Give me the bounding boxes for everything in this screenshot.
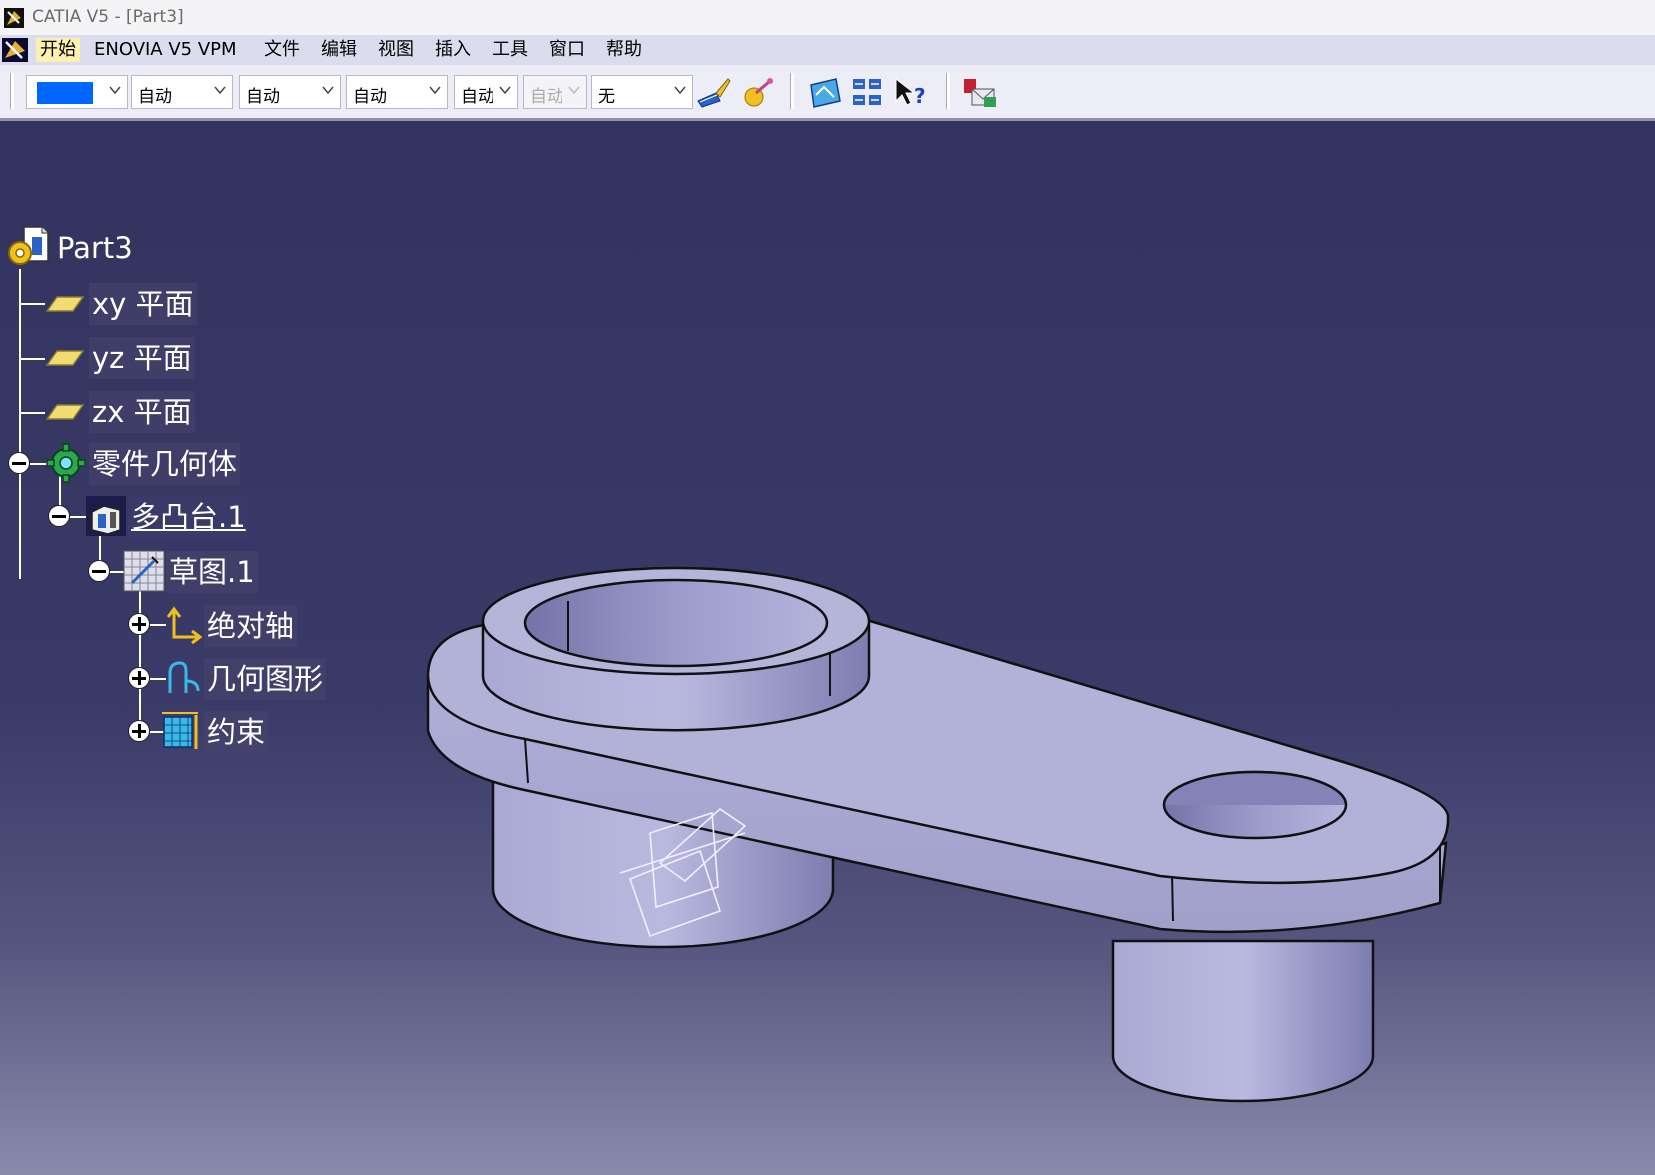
tree-item-xy-plane[interactable]: xy 平面 [89, 283, 197, 325]
tree-item-geometry[interactable]: 几何图形 [204, 658, 327, 700]
tree-item-absolute-axis[interactable]: 绝对轴 [204, 605, 298, 647]
chevron-down-icon [109, 86, 121, 95]
chevron-down-icon [322, 86, 334, 95]
menu-bar: 开始 ENOVIA V5 VPM 文件 编辑 视图 插入 工具 窗口 帮助 [0, 35, 1655, 65]
toolbar-grip[interactable] [10, 73, 14, 109]
menu-start[interactable]: 开始 [36, 38, 80, 62]
linetype-value: 自动 [353, 87, 387, 107]
tree-item-constraints[interactable]: 约束 [204, 711, 269, 753]
menu-insert[interactable]: 插入 [431, 38, 475, 62]
menu-tools[interactable]: 工具 [488, 38, 532, 62]
chevron-down-icon [568, 86, 580, 95]
expand-constraints-button[interactable] [128, 720, 150, 742]
chevron-down-icon [499, 86, 511, 95]
tree-line [19, 269, 21, 579]
tree-item-yz-plane[interactable]: yz 平面 [89, 337, 195, 379]
absolute-axis-icon[interactable] [164, 605, 204, 645]
toolbar-grip[interactable] [790, 73, 794, 109]
plane-icon[interactable] [45, 401, 85, 423]
tree-line [19, 303, 45, 305]
layer-combo[interactable]: 无 [591, 75, 693, 109]
linetype-combo[interactable]: 自动 [346, 75, 448, 109]
menu-view[interactable]: 视图 [374, 38, 418, 62]
window-title: CATIA V5 - [Part3] [32, 7, 184, 27]
tree-line [19, 358, 45, 360]
whats-this-help-icon[interactable]: ? [892, 75, 928, 111]
expand-geometry-button[interactable] [128, 667, 150, 689]
color-combo[interactable] [26, 75, 128, 109]
layer-value: 无 [598, 87, 615, 107]
chevron-down-icon [214, 86, 226, 95]
line-thickness-combo[interactable]: 自动 [239, 75, 341, 109]
geometry-icon[interactable] [164, 657, 204, 697]
point-symbol-combo[interactable]: 自动 [454, 75, 518, 109]
graphic-properties-toolbar: 自动 自动 自动 自动 自动 无 ? [0, 65, 1655, 121]
collapse-body-button[interactable] [8, 452, 30, 474]
transparency-combo[interactable]: 自动 [131, 75, 233, 109]
minus-icon [52, 515, 66, 518]
tree-root-part[interactable]: Part3 [54, 227, 136, 269]
catalog-browser-icon[interactable] [962, 75, 998, 111]
grid-snap-icon[interactable] [850, 75, 886, 111]
sketch-icon[interactable] [122, 549, 166, 593]
collapse-sketch-button[interactable] [88, 560, 110, 582]
part-document-icon[interactable] [4, 225, 50, 269]
chevron-down-icon [674, 86, 686, 95]
collapse-pad-button[interactable] [48, 505, 70, 527]
multi-pad-icon[interactable] [86, 496, 126, 536]
toolbar-grip[interactable] [946, 73, 950, 109]
point-symbol-value: 自动 [461, 87, 493, 107]
menu-help[interactable]: 帮助 [602, 38, 646, 62]
upper-boss[interactable] [481, 566, 871, 732]
rendering-style-combo[interactable]: 自动 [523, 75, 587, 109]
tree-line [139, 583, 141, 733]
plane-icon[interactable] [45, 293, 85, 315]
menu-edit[interactable]: 编辑 [317, 38, 361, 62]
3d-viewport[interactable]: Part3 xy 平面 yz 平面 zx 平面 零件几何体 多凸台.1 草图.1… [0, 121, 1655, 1175]
sketch-view-icon[interactable] [808, 75, 844, 111]
tree-item-zx-plane[interactable]: zx 平面 [89, 391, 195, 433]
line-thickness-value: 自动 [246, 87, 280, 107]
color-swatch [37, 82, 93, 104]
menu-file[interactable]: 文件 [260, 38, 304, 62]
catia-menu-logo-icon[interactable] [2, 38, 28, 62]
minus-icon [12, 462, 26, 465]
catia-logo-icon [4, 8, 24, 28]
transparency-value: 自动 [138, 87, 172, 107]
specification-tree: Part3 xy 平面 yz 平面 zx 平面 零件几何体 多凸台.1 草图.1… [0, 121, 500, 821]
constraints-icon[interactable] [160, 711, 202, 753]
tree-item-sketch[interactable]: 草图.1 [166, 551, 258, 593]
menu-enovia[interactable]: ENOVIA V5 VPM [90, 38, 241, 62]
tree-item-multi-pad[interactable]: 多凸台.1 [128, 496, 249, 538]
painter-brush-icon[interactable] [696, 75, 732, 111]
svg-text:?: ? [914, 84, 926, 108]
tree-line [19, 412, 45, 414]
menu-window[interactable]: 窗口 [545, 38, 589, 62]
title-bar: CATIA V5 - [Part3] [0, 0, 1655, 35]
right-lower-boss[interactable] [1111, 939, 1375, 1103]
chevron-down-icon [429, 86, 441, 95]
expand-absolute-axis-button[interactable] [128, 613, 150, 635]
rendering-style-value: 自动 [530, 87, 562, 107]
part-body-gear-icon[interactable] [46, 443, 86, 483]
plane-icon[interactable] [45, 347, 85, 369]
right-through-hole[interactable] [1162, 770, 1348, 840]
graphic-properties-icon[interactable] [740, 75, 776, 111]
minus-icon [92, 570, 106, 573]
tree-item-part-body[interactable]: 零件几何体 [89, 443, 241, 485]
